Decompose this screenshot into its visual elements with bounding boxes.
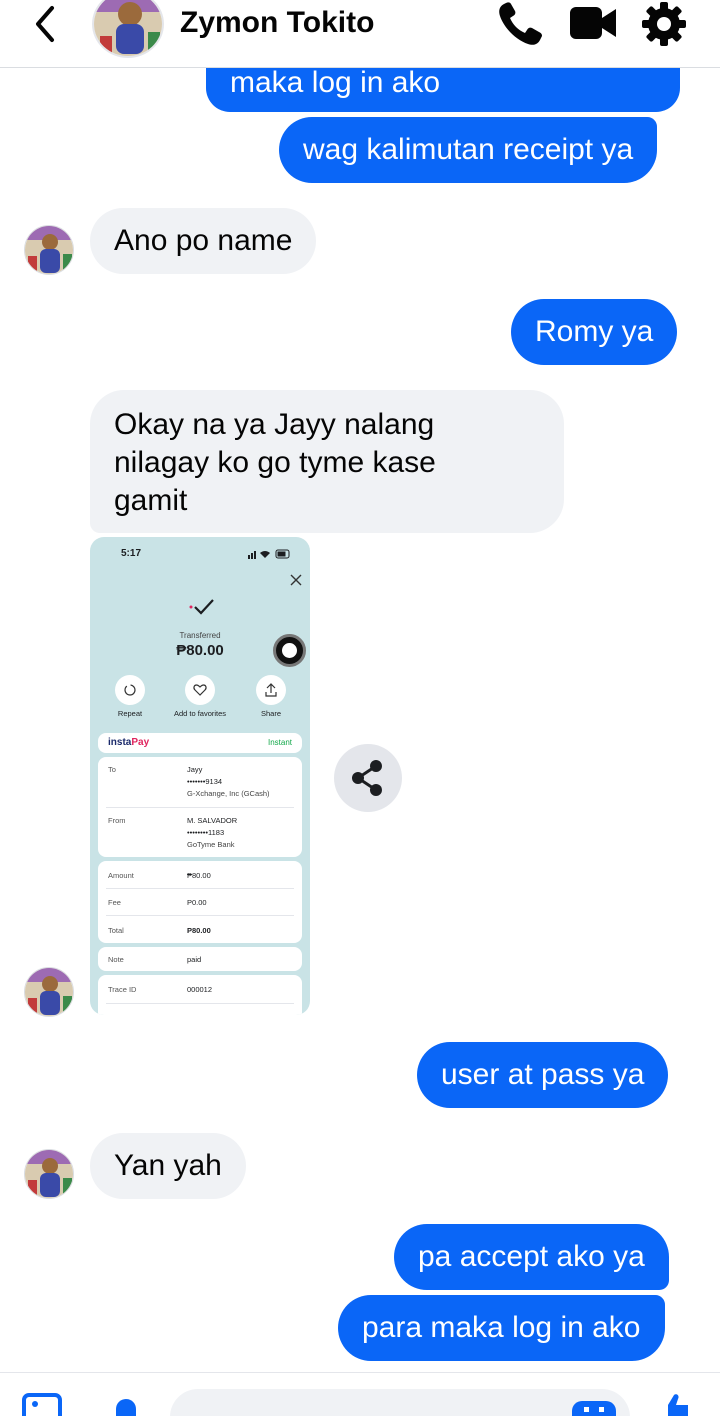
message-text: user at pass ya — [441, 1058, 645, 1091]
message-bubble-outgoing[interactable]: user at pass ya — [417, 1042, 669, 1108]
message-text: maka log in ako — [230, 66, 441, 99]
message-bubble-incoming[interactable]: Yan yah — [90, 1133, 246, 1199]
heart-icon — [185, 675, 215, 705]
message-bubble-incoming[interactable]: Okay na ya Jayy nalang nilagay ko go tym… — [90, 390, 564, 533]
to-label: To — [108, 765, 116, 774]
amounts-card: Amount ₱80.00 Fee P0.00 Total P80.00 — [98, 861, 302, 943]
transfer-mode: Instant — [267, 738, 292, 747]
emoji-icon[interactable] — [572, 1391, 616, 1416]
trace-label: Trace ID — [108, 985, 137, 994]
from-name: M. SALVADOR — [187, 816, 238, 825]
parties-card: To Jayy •••••••9134 G-Xchange, Inc (GCas… — [98, 757, 302, 857]
from-label: From — [108, 816, 126, 825]
message-text-line: gamit — [114, 484, 188, 517]
message-text: para maka log in ako — [362, 1311, 641, 1344]
share-label: Share — [260, 709, 281, 718]
message-bubble-outgoing[interactable]: wag kalimutan receipt ya — [279, 117, 658, 183]
trace-card: Trace ID 000012 — [98, 975, 302, 1015]
check-icon — [189, 599, 214, 615]
message-text: pa accept ako ya — [418, 1240, 645, 1273]
gear-icon[interactable] — [640, 0, 690, 48]
microphone-icon[interactable] — [106, 1391, 146, 1416]
share-icon[interactable] — [334, 744, 402, 812]
to-bank: G-Xchange, Inc (GCash) — [187, 789, 270, 798]
image-icon[interactable] — [22, 1391, 62, 1416]
note-value: paid — [187, 955, 202, 964]
note-card: Note paid — [98, 947, 302, 971]
to-account: •••••••9134 — [187, 777, 223, 786]
message-bubble-outgoing[interactable]: pa accept ako ya — [394, 1224, 669, 1290]
message-composer — [0, 1372, 720, 1416]
total-label: Total — [108, 926, 124, 935]
message-bubble-outgoing[interactable]: Romy ya — [511, 299, 678, 365]
back-arrow-icon[interactable] — [26, 2, 66, 46]
contact-avatar-small[interactable] — [24, 1149, 74, 1199]
screen-record-indicator[interactable] — [273, 634, 306, 667]
message-text-line: Okay na ya Jayy nalang — [114, 408, 435, 441]
message-input[interactable] — [170, 1389, 630, 1416]
share-upload-icon — [256, 675, 286, 705]
receipt-status-time: 5:17 — [121, 548, 142, 559]
fee-label: Fee — [108, 898, 121, 907]
message-text: wag kalimutan receipt ya — [303, 133, 634, 166]
close-icon — [290, 574, 302, 586]
amount-value: ₱80.00 — [187, 871, 211, 880]
contact-name[interactable]: Zymon Tokito — [180, 6, 374, 40]
from-account: ••••••••1183 — [187, 828, 225, 837]
favorites-label: Add to favorites — [173, 709, 227, 718]
to-name: Jayy — [187, 765, 203, 774]
fee-value: P0.00 — [187, 898, 207, 907]
message-text: Yan yah — [114, 1149, 222, 1182]
amount-label: Amount — [108, 871, 134, 880]
message-bubble-outgoing[interactable]: para maka log in ako — [338, 1295, 665, 1361]
total-value: P80.00 — [187, 926, 211, 935]
status-bar-icons — [248, 549, 290, 559]
video-camera-icon[interactable] — [568, 0, 618, 48]
instapay-card: instaPay Instant — [98, 733, 302, 753]
message-text-line: nilagay ko go tyme kase — [114, 446, 436, 479]
note-label: Note — [108, 955, 124, 964]
contact-avatar-small[interactable] — [24, 967, 74, 1017]
receipt-image-attachment[interactable]: 5:17 Transferred ₱80.00 Repeat Add to fa… — [90, 537, 310, 1015]
chat-header: Zymon Tokito — [0, 0, 720, 68]
message-text: Ano po name — [114, 224, 293, 257]
message-bubble-incoming[interactable]: Ano po name — [90, 208, 317, 274]
contact-avatar-small[interactable] — [24, 225, 74, 275]
trace-value: 000012 — [187, 985, 213, 994]
contact-avatar[interactable] — [92, 0, 164, 58]
instapay-logo: instaPay — [108, 737, 150, 748]
message-text: Romy ya — [535, 315, 654, 348]
repeat-icon — [115, 675, 145, 705]
repeat-label: Repeat — [117, 709, 143, 718]
phone-icon[interactable] — [496, 0, 546, 48]
from-bank: GoTyme Bank — [187, 840, 235, 849]
like-icon[interactable] — [658, 1391, 698, 1416]
